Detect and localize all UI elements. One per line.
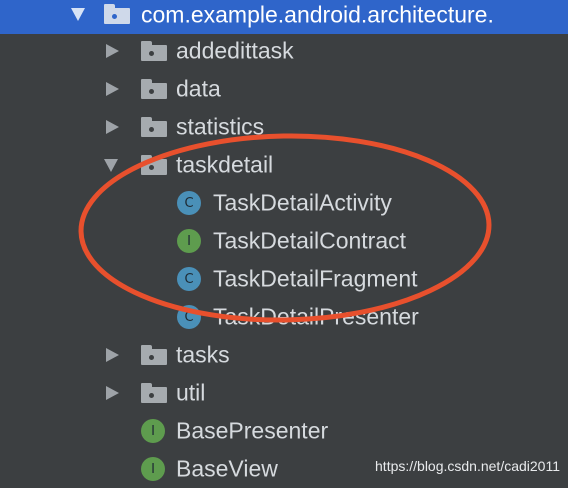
tree-row-taskdetail[interactable]: taskdetail (0, 146, 568, 184)
tree-row-taskdetailactivity[interactable]: C TaskDetailActivity (0, 184, 568, 222)
folder-label: tasks (176, 341, 230, 368)
package-folder-icon (141, 79, 167, 99)
chevron-right-icon[interactable] (106, 120, 119, 134)
file-label: TaskDetailPresenter (213, 303, 419, 330)
file-label: TaskDetailFragment (213, 265, 418, 292)
chevron-down-icon[interactable] (71, 8, 85, 21)
interface-icon: I (141, 457, 165, 481)
chevron-right-icon[interactable] (106, 82, 119, 96)
package-label: com.example.android.architecture. (141, 1, 494, 28)
folder-label: addedittask (176, 37, 294, 64)
class-icon: C (177, 267, 201, 291)
tree-row-taskdetailcontract[interactable]: I TaskDetailContract (0, 222, 568, 260)
tree-row-package[interactable]: com.example.android.architecture. (0, 0, 568, 34)
interface-icon: I (141, 419, 165, 443)
file-label: BaseView (176, 455, 278, 482)
package-folder-icon (104, 4, 130, 24)
chevron-right-icon[interactable] (106, 386, 119, 400)
package-folder-icon (141, 383, 167, 403)
file-label: TaskDetailContract (213, 227, 407, 254)
tree-row-data[interactable]: data (0, 70, 568, 108)
folder-label: util (176, 379, 206, 406)
tree-row-taskdetailpresenter[interactable]: C TaskDetailPresenter (0, 298, 568, 336)
package-folder-icon (141, 345, 167, 365)
folder-label: taskdetail (176, 151, 274, 178)
tree-row-addedittask[interactable]: addedittask (0, 32, 568, 70)
folder-label: statistics (176, 113, 265, 140)
tree-row-taskdetailfragment[interactable]: C TaskDetailFragment (0, 260, 568, 298)
package-folder-icon (141, 155, 167, 175)
file-label: TaskDetailActivity (213, 189, 392, 216)
interface-icon: I (177, 229, 201, 253)
chevron-right-icon[interactable] (106, 348, 119, 362)
tree-row-util[interactable]: util (0, 374, 568, 412)
class-icon: C (177, 305, 201, 329)
tree-row-statistics[interactable]: statistics (0, 108, 568, 146)
tree-row-tasks[interactable]: tasks (0, 336, 568, 374)
package-folder-icon (141, 41, 167, 61)
file-label: BasePresenter (176, 417, 329, 444)
class-icon: C (177, 191, 201, 215)
tree-row-basepresenter[interactable]: I BasePresenter (0, 412, 568, 450)
watermark-text: https://blog.csdn.net/cadi2011 (375, 458, 560, 474)
chevron-right-icon[interactable] (106, 44, 119, 58)
package-folder-icon (141, 117, 167, 137)
folder-label: data (176, 75, 221, 102)
chevron-down-icon[interactable] (104, 159, 118, 172)
